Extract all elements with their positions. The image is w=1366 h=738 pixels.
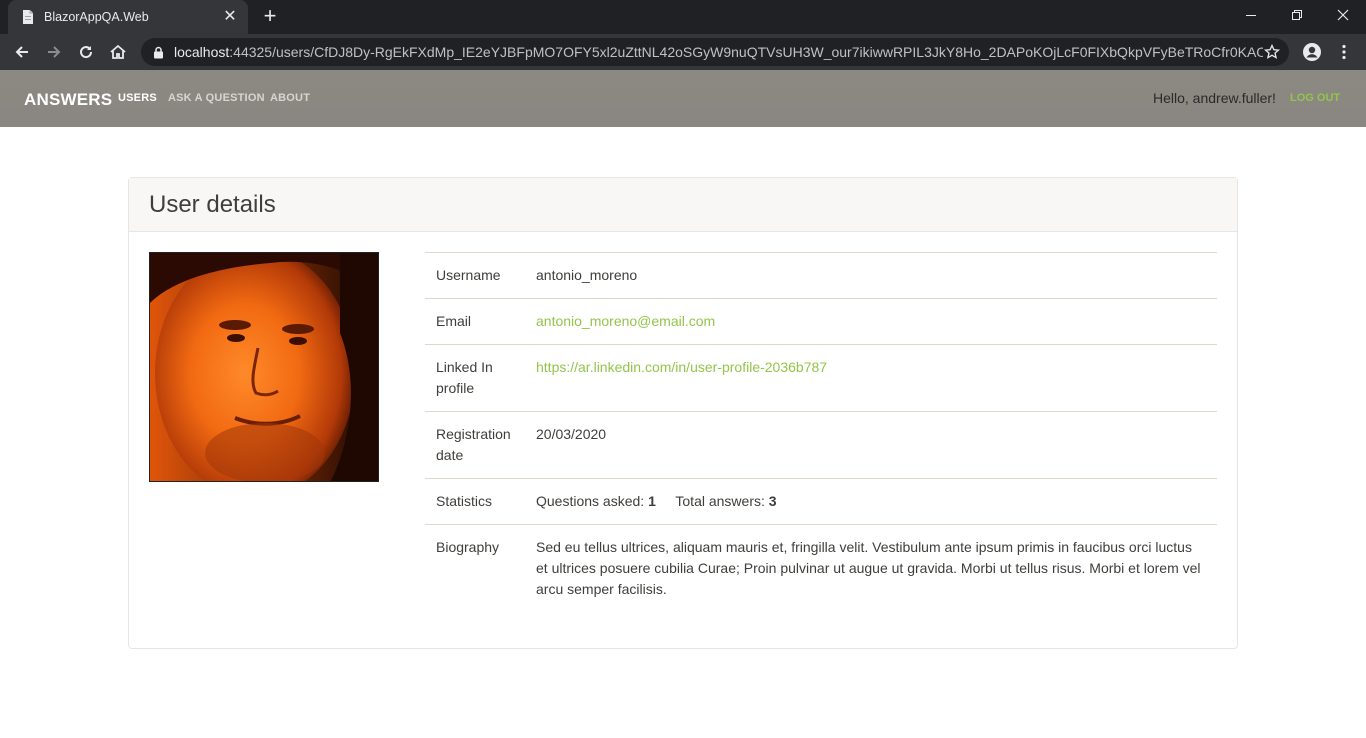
table-row: Linked In profile https://ar.linkedin.co… xyxy=(425,344,1217,412)
username-value: antonio_moreno xyxy=(536,267,638,283)
table-row: Registration date 20/03/2020 xyxy=(425,411,1217,479)
answers-count: 3 xyxy=(768,493,777,509)
arrow-left-icon xyxy=(15,46,28,58)
reload-button[interactable] xyxy=(72,38,100,66)
address-bar[interactable]: localhost:44325/users/CfDJ8Dy-RgEkFXdMp_… xyxy=(141,38,1289,66)
close-icon[interactable]: ✕ xyxy=(222,9,238,25)
nav-link-users[interactable]: USERS xyxy=(118,92,157,104)
browser-tab[interactable]: BlazorAppQA.Web ✕ xyxy=(8,0,248,34)
reload-icon xyxy=(80,46,93,59)
statistics-value: Questions asked: 1 Total answers: 3 xyxy=(525,479,1217,525)
username-label: Username xyxy=(436,267,501,283)
registration-value: 20/03/2020 xyxy=(536,426,607,442)
restore-icon xyxy=(1292,10,1302,20)
questions-label: Questions asked: xyxy=(536,493,645,509)
linkedin-link[interactable]: https://ar.linkedin.com/in/user-profile-… xyxy=(536,359,827,375)
biography-label: Biography xyxy=(436,539,500,555)
menu-button[interactable] xyxy=(1330,38,1358,66)
nav-link-about[interactable]: ABOUT xyxy=(270,92,310,104)
page-title: User details xyxy=(149,190,276,218)
url-text: localhost:44325/users/CfDJ8Dy-RgEkFXdMp_… xyxy=(174,44,1263,60)
registration-label: Registration date xyxy=(436,426,511,463)
browser-tab-bar: BlazorAppQA.Web ✕ + xyxy=(0,0,1366,34)
email-link[interactable]: antonio_moreno@email.com xyxy=(536,313,715,329)
back-button[interactable] xyxy=(8,38,36,66)
account-circle-icon xyxy=(1303,43,1321,61)
restore-button[interactable] xyxy=(1274,0,1320,30)
minimize-icon xyxy=(1246,15,1256,16)
forward-button[interactable] xyxy=(40,38,68,66)
table-row: Biography Sed eu tellus ultrices, aliqua… xyxy=(425,524,1217,613)
home-icon xyxy=(110,44,126,59)
close-window-button[interactable] xyxy=(1320,0,1366,30)
answers-label: Total answers: xyxy=(675,493,765,509)
lock-icon xyxy=(153,45,165,59)
table-row: Email antonio_moreno@email.com xyxy=(425,298,1217,345)
home-button[interactable] xyxy=(104,38,132,66)
star-icon[interactable] xyxy=(1263,43,1281,61)
nav-link-ask-question[interactable]: ASK A QUESTION xyxy=(168,92,265,104)
logout-link[interactable]: LOG OUT xyxy=(1290,92,1340,104)
page-icon xyxy=(20,9,36,25)
minimize-button[interactable] xyxy=(1228,0,1274,30)
table-row: Username antonio_moreno xyxy=(425,252,1217,299)
biography-value: Sed eu tellus ultrices, aliquam mauris e… xyxy=(536,539,1201,597)
arrow-right-icon xyxy=(48,46,61,58)
tab-title: BlazorAppQA.Web xyxy=(44,10,149,24)
card-header: User details xyxy=(129,178,1237,232)
profile-button[interactable] xyxy=(1298,38,1326,66)
app-navbar: ANSWERS USERS ASK A QUESTION ABOUT Hello… xyxy=(0,70,1366,127)
brand-logo[interactable]: ANSWERS xyxy=(24,90,112,110)
table-row: Statistics Questions asked: 1 Total answ… xyxy=(425,478,1217,525)
user-avatar xyxy=(149,252,379,482)
email-label: Email xyxy=(436,313,472,329)
questions-count: 1 xyxy=(648,493,656,509)
linkedin-label: Linked In profile xyxy=(436,359,493,396)
more-vertical-icon xyxy=(1342,44,1346,60)
user-greeting: Hello, andrew.fuller! xyxy=(1153,90,1276,106)
user-details-table: Username antonio_moreno Email antonio_mo… xyxy=(425,252,1217,612)
statistics-label: Statistics xyxy=(436,493,493,509)
close-window-icon xyxy=(1337,9,1349,21)
new-tab-button[interactable]: + xyxy=(258,5,282,29)
user-details-card: User details Username antonio_moreno Ema… xyxy=(128,177,1238,649)
